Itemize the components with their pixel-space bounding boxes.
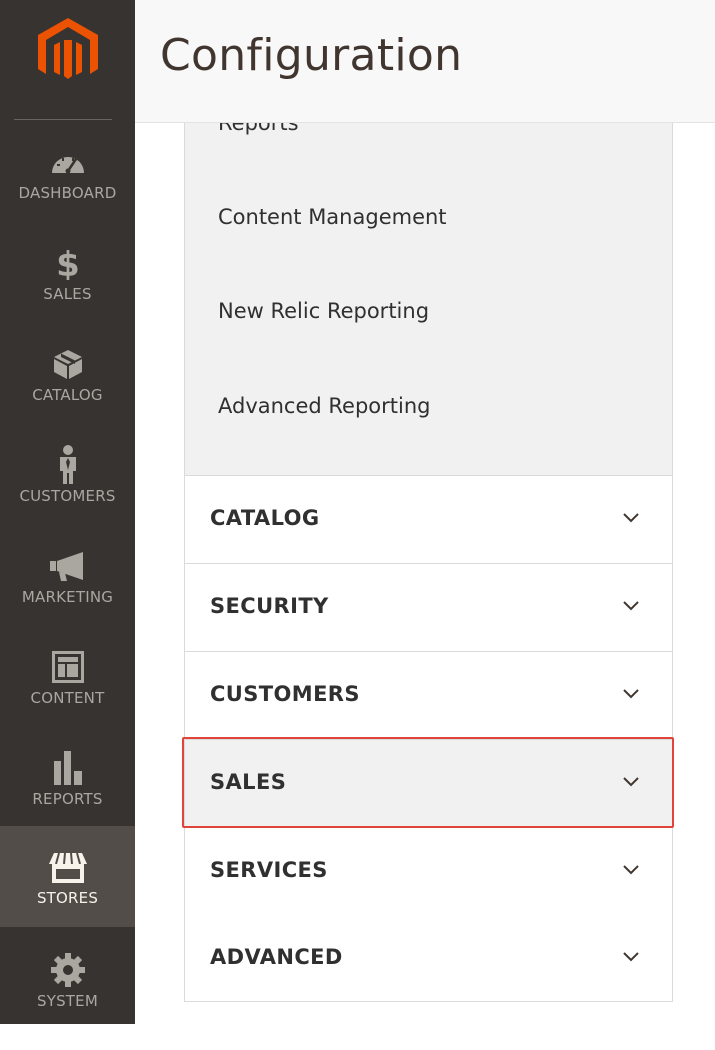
chevron-down-icon	[623, 601, 639, 611]
config-tabs-panel: Reports Content Management New Relic Rep…	[184, 123, 673, 1002]
nav-item-dashboard[interactable]: DASHBOARD	[0, 142, 135, 242]
nav-label: CONTENT	[30, 689, 105, 707]
chevron-down-icon	[623, 865, 639, 875]
section-label: ADVANCED	[210, 945, 343, 969]
logo-divider	[14, 119, 112, 120]
box-icon	[0, 344, 135, 384]
nav-item-catalog[interactable]: CATALOG	[0, 344, 135, 444]
svg-text:$: $	[56, 246, 80, 280]
layout-icon	[0, 647, 135, 687]
section-label: CUSTOMERS	[210, 682, 360, 706]
nav-label: CUSTOMERS	[19, 487, 116, 505]
section-security[interactable]: SECURITY	[185, 564, 672, 652]
nav-label: DASHBOARD	[18, 184, 117, 202]
subitem-content-management[interactable]: Content Management	[218, 205, 447, 229]
nav-label: CATALOG	[32, 386, 103, 404]
nav-item-stores[interactable]: STORES	[0, 826, 135, 927]
person-icon	[0, 445, 135, 485]
nav-item-marketing[interactable]: MARKETING	[0, 546, 135, 646]
config-subitems-list: Reports Content Management New Relic Rep…	[185, 123, 672, 476]
section-services[interactable]: SERVICES	[185, 828, 672, 916]
section-label: CATALOG	[210, 506, 320, 530]
section-catalog[interactable]: CATALOG	[185, 476, 672, 564]
magento-logo-icon	[37, 18, 98, 79]
page-header: Configuration	[135, 0, 715, 123]
nav-item-sales[interactable]: $ SALES	[0, 243, 135, 343]
section-advanced[interactable]: ADVANCED	[185, 915, 672, 1001]
subitem-advanced-reporting[interactable]: Advanced Reporting	[218, 394, 431, 418]
magento-logo[interactable]	[0, 18, 135, 98]
gear-icon	[0, 950, 135, 990]
page-title: Configuration	[160, 30, 463, 81]
storefront-icon	[0, 848, 135, 888]
section-sales[interactable]: SALES	[185, 740, 672, 828]
nav-item-system[interactable]: SYSTEM	[0, 950, 135, 1050]
nav-item-content[interactable]: CONTENT	[0, 647, 135, 747]
bar-chart-icon	[0, 748, 135, 788]
dashboard-icon	[0, 142, 135, 182]
nav-label: MARKETING	[21, 588, 114, 606]
section-label: SECURITY	[210, 594, 329, 618]
section-label: SERVICES	[210, 858, 328, 882]
admin-sidebar: DASHBOARD $ SALES CATALOG CUSTOMERS MARK…	[0, 0, 135, 1024]
chevron-down-icon	[623, 689, 639, 699]
section-label: SALES	[210, 770, 287, 794]
subitem-reports[interactable]: Reports	[218, 123, 299, 135]
section-customers[interactable]: CUSTOMERS	[185, 652, 672, 740]
chevron-down-icon	[623, 952, 639, 962]
subitem-new-relic-reporting[interactable]: New Relic Reporting	[218, 299, 429, 323]
nav-item-customers[interactable]: CUSTOMERS	[0, 445, 135, 545]
chevron-down-icon	[623, 777, 639, 787]
nav-label: STORES	[36, 889, 99, 907]
megaphone-icon	[0, 546, 135, 586]
nav-label: SYSTEM	[37, 992, 98, 1010]
chevron-down-icon	[623, 513, 639, 523]
dollar-icon: $	[0, 243, 135, 283]
nav-label: REPORTS	[32, 790, 103, 808]
nav-label: SALES	[43, 285, 92, 303]
